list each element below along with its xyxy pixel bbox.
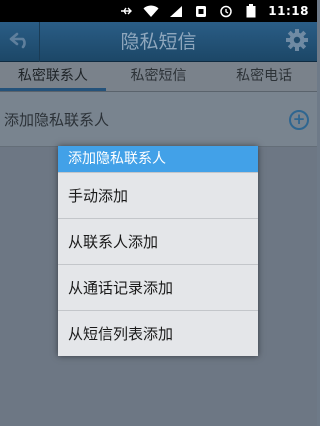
dialog-item-manual-add[interactable]: 手动添加 xyxy=(58,172,258,218)
settings-button[interactable] xyxy=(277,22,317,62)
wifi-icon xyxy=(143,4,159,18)
alarm-icon xyxy=(218,4,234,18)
dialog-item-from-sms-list[interactable]: 从短信列表添加 xyxy=(58,310,258,356)
add-private-contact-label: 添加隐私联系人 xyxy=(4,111,110,129)
add-contact-dialog: 添加隐私联系人 手动添加 从联系人添加 从通话记录添加 从短信列表添加 xyxy=(58,146,258,356)
dialog-item-from-contacts[interactable]: 从联系人添加 xyxy=(58,218,258,264)
tab-private-calls[interactable]: 私密电话 xyxy=(211,62,317,91)
status-time: 11:18 xyxy=(268,4,309,18)
plus-circle-icon[interactable]: + xyxy=(289,110,309,130)
sim-icon xyxy=(193,4,209,18)
tab-private-contacts[interactable]: 私密联系人 xyxy=(0,62,106,91)
dialog-item-from-call-log[interactable]: 从通话记录添加 xyxy=(58,264,258,310)
dialog-title: 添加隐私联系人 xyxy=(58,146,258,172)
title-bar: 隐私短信 xyxy=(0,22,317,62)
add-private-contact-row[interactable]: 添加隐私联系人 + xyxy=(0,92,317,147)
tab-bar: 私密联系人 私密短信 私密电话 xyxy=(0,62,317,92)
tab-private-sms[interactable]: 私密短信 xyxy=(106,62,212,91)
gear-icon xyxy=(285,28,309,56)
page-title: 隐私短信 xyxy=(120,31,197,53)
battery-icon xyxy=(243,4,259,18)
signal-icon xyxy=(168,4,184,18)
status-bar: 11:18 xyxy=(0,0,317,22)
usb-icon xyxy=(118,4,134,18)
